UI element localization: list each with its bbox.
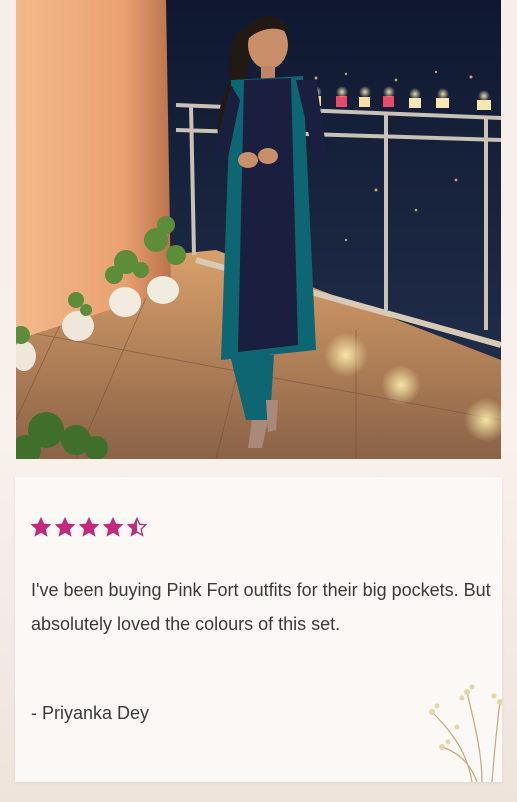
star-full-icon — [31, 517, 51, 537]
review-text: I've been buying Pink Fort outfits for t… — [31, 580, 491, 634]
review-card: I've been buying Pink Fort outfits for t… — [15, 477, 502, 782]
customer-photo — [16, 0, 501, 459]
star-half-icon — [127, 517, 147, 537]
star-full-icon — [79, 517, 99, 537]
star-full-icon — [55, 517, 75, 537]
star-full-icon — [103, 517, 123, 537]
review-author: - Priyanka Dey — [31, 703, 150, 723]
customer-photo-illustration — [16, 0, 501, 459]
dried-flowers-decoration — [429, 684, 502, 782]
star-rating — [31, 517, 147, 537]
